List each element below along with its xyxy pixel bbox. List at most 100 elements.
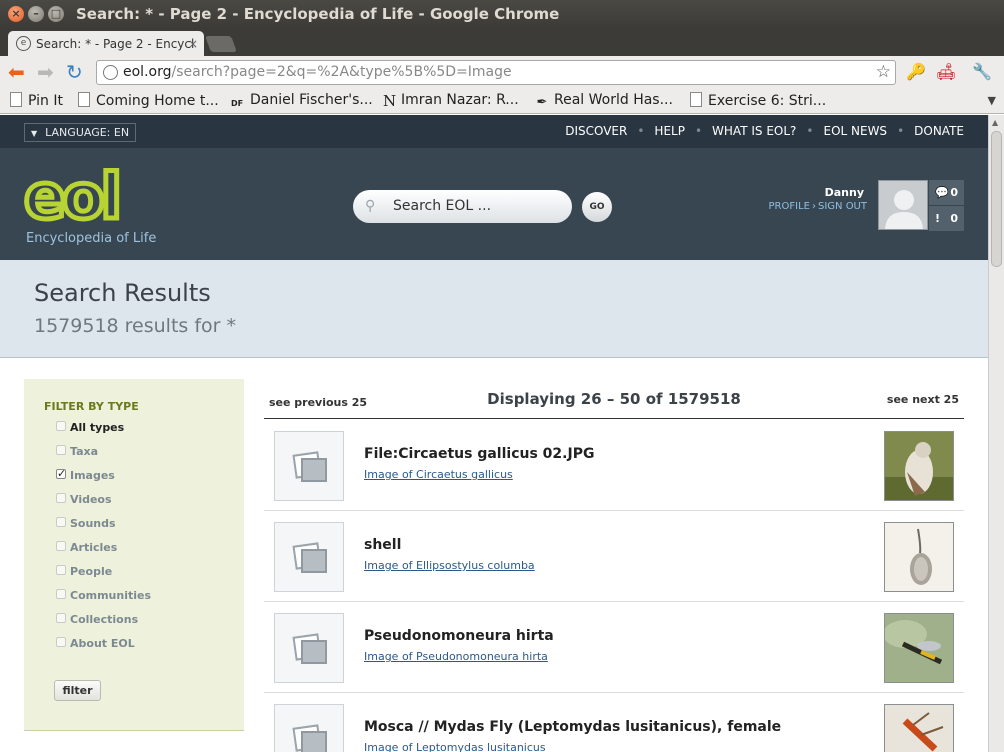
image-type-icon — [274, 613, 344, 683]
sofa-extension-icon[interactable]: 🛋 — [936, 62, 956, 81]
url-path: /search?page=2&q=%2A&type%5B%5D=Image — [171, 64, 512, 80]
page-icon — [78, 92, 90, 107]
top-navigation: DISCOVER • HELP • WHAT IS EOL? • EOL NEWS • DONA… — [565, 124, 964, 138]
checkbox[interactable] — [56, 541, 66, 551]
nav-donate[interactable]: DONATE — [914, 124, 964, 138]
checkbox[interactable] — [56, 565, 66, 575]
search-placeholder: Search EOL ... — [393, 198, 492, 214]
n-favicon-icon: N — [383, 92, 397, 110]
checkbox[interactable] — [56, 493, 66, 503]
tab-strip: e Search: * - Page 2 - Encycl × — [0, 28, 1004, 57]
result-title[interactable]: File:Circaetus gallicus 02.JPG — [364, 446, 594, 462]
result-thumbnail[interactable] — [884, 613, 954, 683]
filter-heading: FILTER BY TYPE — [44, 400, 139, 413]
bookmark-item[interactable]: N Imran Nazar: R... — [383, 92, 519, 110]
nav-eol-news[interactable]: EOL NEWS — [823, 124, 887, 138]
scrollbar-thumb[interactable] — [991, 131, 1002, 267]
bookmark-item[interactable]: Pin It — [10, 92, 63, 109]
page-icon — [690, 92, 702, 107]
checkbox[interactable] — [56, 637, 66, 647]
logo-tagline: Encyclopedia of Life — [26, 231, 157, 246]
bookmark-item[interactable]: ✒ Real World Has... — [536, 92, 673, 111]
checkbox[interactable] — [56, 445, 66, 455]
results-header: Search Results 1579518 results for * — [0, 260, 988, 358]
eol-favicon-icon: e — [16, 36, 31, 51]
back-arrow-icon[interactable]: ⬅ — [8, 61, 25, 83]
bookmark-item[interactable]: Coming Home t... — [78, 92, 219, 109]
result-thumbnail[interactable] — [884, 431, 954, 501]
reload-icon[interactable]: ↻ — [66, 61, 83, 83]
address-bar[interactable]: eol.org/search?page=2&q=%2A&type%5B%5D=I… — [96, 60, 896, 85]
alerts-badge[interactable]: ! 0 — [929, 206, 964, 231]
result-title[interactable]: shell — [364, 537, 401, 553]
new-tab-button[interactable] — [205, 36, 237, 52]
exclamation-icon: ! — [935, 212, 941, 225]
forward-arrow-icon[interactable]: ➡ — [37, 61, 54, 83]
vertical-scrollbar[interactable]: ▲ — [988, 115, 1004, 752]
filter-button[interactable]: filter — [54, 680, 101, 701]
result-taxon-link[interactable]: Image of Pseudonomoneura hirta — [364, 650, 548, 663]
tab-close-icon[interactable]: × — [188, 31, 198, 57]
speech-bubble-icon: 💬 — [935, 186, 949, 199]
result-taxon-link[interactable]: Image of Leptomydas lusitanicus — [364, 741, 546, 752]
results-count: 1579518 results for * — [34, 315, 237, 337]
sign-out-link[interactable]: SIGN OUT — [818, 201, 867, 212]
window-titlebar: × – □ Search: * - Page 2 - Encyclopedia … — [0, 0, 1004, 28]
caret-down-icon: ▼ — [31, 129, 38, 138]
search-input[interactable]: ⚲ Search EOL ... — [353, 190, 572, 223]
display-range: Displaying 26 – 50 of 1579518 — [487, 390, 741, 408]
result-taxon-link[interactable]: Image of Ellipsostylus columba — [364, 559, 535, 572]
result-title[interactable]: Pseudonomoneura hirta — [364, 628, 554, 644]
comments-badge[interactable]: 💬 0 — [929, 180, 964, 205]
image-type-icon — [274, 431, 344, 501]
user-links: PROFILE › SIGN OUT — [768, 201, 867, 212]
search-go-button[interactable]: GO — [582, 192, 612, 222]
browser-toolbar: ⬅ ➡ ↻ eol.org/search?page=2&q=%2A&type%5… — [0, 56, 1004, 88]
user-name: Danny — [824, 186, 864, 199]
window-close-button[interactable]: × — [8, 6, 24, 22]
pagination-bar: see previous 25 Displaying 26 – 50 of 15… — [264, 379, 964, 419]
window-maximize-button[interactable]: □ — [48, 6, 64, 22]
result-item: Mosca // Mydas Fly (Leptomydas lusitanic… — [264, 693, 964, 752]
checkbox[interactable] — [56, 421, 66, 431]
avatar[interactable] — [878, 180, 928, 230]
page-title: Search Results — [34, 279, 211, 307]
bookmarks-overflow-icon[interactable]: ▼ — [988, 94, 996, 107]
page-info-icon[interactable] — [103, 65, 118, 80]
bookmark-item[interactable]: Exercise 6: Stri... — [690, 92, 826, 109]
web-page: ▼ LANGUAGE: EN DISCOVER • HELP • WHAT IS EOL?… — [0, 115, 988, 752]
profile-link[interactable]: PROFILE — [769, 201, 810, 212]
language-selector[interactable]: ▼ LANGUAGE: EN — [24, 123, 137, 142]
site-topbar: ▼ LANGUAGE: EN DISCOVER • HELP • WHAT IS EOL?… — [0, 115, 988, 148]
next-page-link[interactable]: see next 25 — [887, 393, 959, 406]
window-title: Search: * - Page 2 - Encyclopedia of Lif… — [76, 5, 560, 23]
bookmarks-bar: Pin It Coming Home t... DF Daniel Fischer… — [0, 88, 1004, 114]
page-icon — [10, 92, 22, 107]
checkbox[interactable] — [56, 613, 66, 623]
checkbox[interactable] — [56, 589, 66, 599]
nav-what-is-eol[interactable]: WHAT IS EOL? — [712, 124, 796, 138]
url-host: eol.org — [123, 64, 172, 80]
nav-help[interactable]: HELP — [654, 124, 685, 138]
image-type-icon — [274, 522, 344, 592]
tab-label: Search: * - Page 2 - Encycl — [36, 37, 195, 51]
df-favicon-icon: DF — [230, 99, 244, 108]
wrench-menu-icon[interactable]: 🔧 — [972, 62, 992, 81]
eol-logo[interactable]: eol — [24, 168, 152, 226]
checkbox-checked[interactable]: ✓ — [56, 468, 66, 479]
result-item: shell Image of Ellipsostylus columba — [264, 511, 964, 602]
nav-discover[interactable]: DISCOVER — [565, 124, 627, 138]
browser-tab[interactable]: e Search: * - Page 2 - Encycl × — [8, 31, 204, 57]
scroll-up-arrow-icon[interactable]: ▲ — [992, 118, 998, 127]
bookmark-item[interactable]: DF Daniel Fischer's... — [230, 92, 373, 112]
result-thumbnail[interactable] — [884, 704, 954, 752]
checkbox[interactable] — [56, 517, 66, 527]
search-icon: ⚲ — [365, 198, 376, 214]
filter-sidebar: FILTER BY TYPE All types Taxa ✓ Images Vi… — [24, 379, 244, 731]
result-thumbnail[interactable] — [884, 522, 954, 592]
key-extension-icon[interactable]: 🔑 — [906, 62, 926, 81]
result-title[interactable]: Mosca // Mydas Fly (Leptomydas lusitanic… — [364, 719, 781, 735]
bookmark-star-icon[interactable]: ☆ — [876, 61, 891, 84]
window-minimize-button[interactable]: – — [28, 6, 44, 22]
result-taxon-link[interactable]: Image of Circaetus gallicus — [364, 468, 513, 481]
